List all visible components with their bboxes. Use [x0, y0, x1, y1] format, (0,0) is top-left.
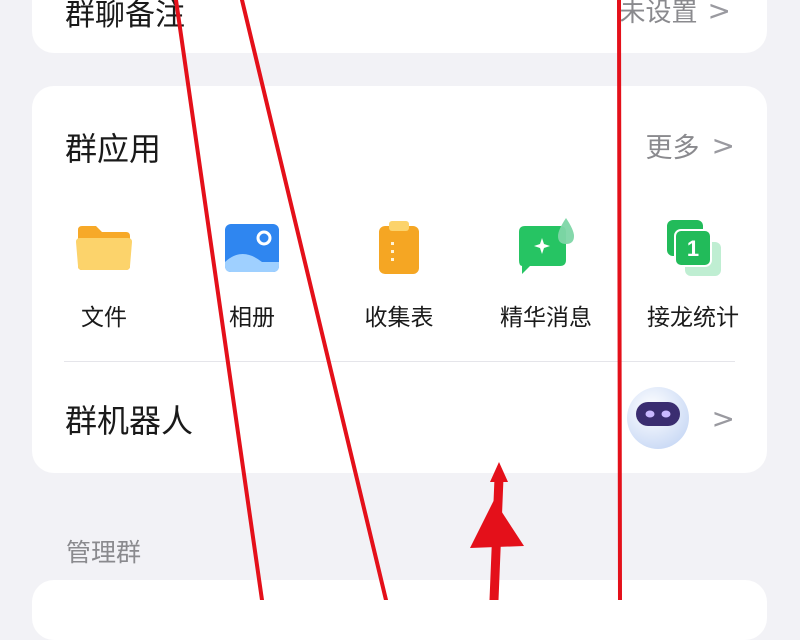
chevron-right-icon: >	[711, 129, 735, 162]
app-collection-form[interactable]: 收集表	[339, 218, 459, 332]
chevron-right-icon: >	[711, 401, 735, 435]
app-file-label: 文件	[81, 305, 127, 331]
robot-avatar-icon	[626, 387, 689, 449]
group-remark-card[interactable]: 群聊备注 未设置 >	[32, 0, 767, 53]
clipboard-icon	[369, 218, 429, 278]
group-remark-label: 群聊备注	[65, 0, 185, 33]
divider	[64, 361, 735, 362]
group-remark-value[interactable]: 未设置 >	[620, 0, 731, 29]
photo-album-icon	[222, 218, 282, 278]
app-file[interactable]: 文件	[44, 218, 164, 332]
manage-group-card[interactable]	[32, 580, 767, 640]
svg-text:1: 1	[687, 236, 699, 261]
group-bot-label: 群机器人	[65, 402, 194, 440]
more-apps-label: 更多	[645, 133, 700, 164]
group-bot-button[interactable]: >	[626, 386, 735, 450]
folder-icon	[74, 218, 134, 278]
app-collection-form-label: 收集表	[364, 305, 434, 331]
chevron-right-icon: >	[707, 0, 731, 27]
more-apps-button[interactable]: 更多 >	[646, 126, 735, 165]
app-relay-stats[interactable]: 1 接龙统计	[633, 218, 753, 332]
annotation-arrow-head	[470, 500, 524, 548]
manage-group-section-label: 管理群	[66, 538, 142, 567]
app-relay-stats-label: 接龙统计	[647, 305, 739, 331]
group-apps-grid: 文件 相册 收集表 精华消息 1 接龙统计	[32, 218, 767, 331]
relay-stats-icon: 1	[663, 218, 723, 278]
app-album[interactable]: 相册	[192, 218, 312, 332]
app-album-label: 相册	[229, 305, 275, 331]
app-highlight-messages-label: 精华消息	[500, 305, 592, 331]
app-highlight-messages[interactable]: 精华消息	[486, 218, 606, 332]
group-apps-title: 群应用	[65, 130, 162, 168]
group-remark-value-text: 未设置	[619, 0, 698, 28]
highlight-message-icon	[516, 218, 576, 278]
group-apps-card: 群应用 更多 > 文件 相册 收集表 精华消息 1 接龙统计 群机器人 >	[32, 86, 767, 473]
